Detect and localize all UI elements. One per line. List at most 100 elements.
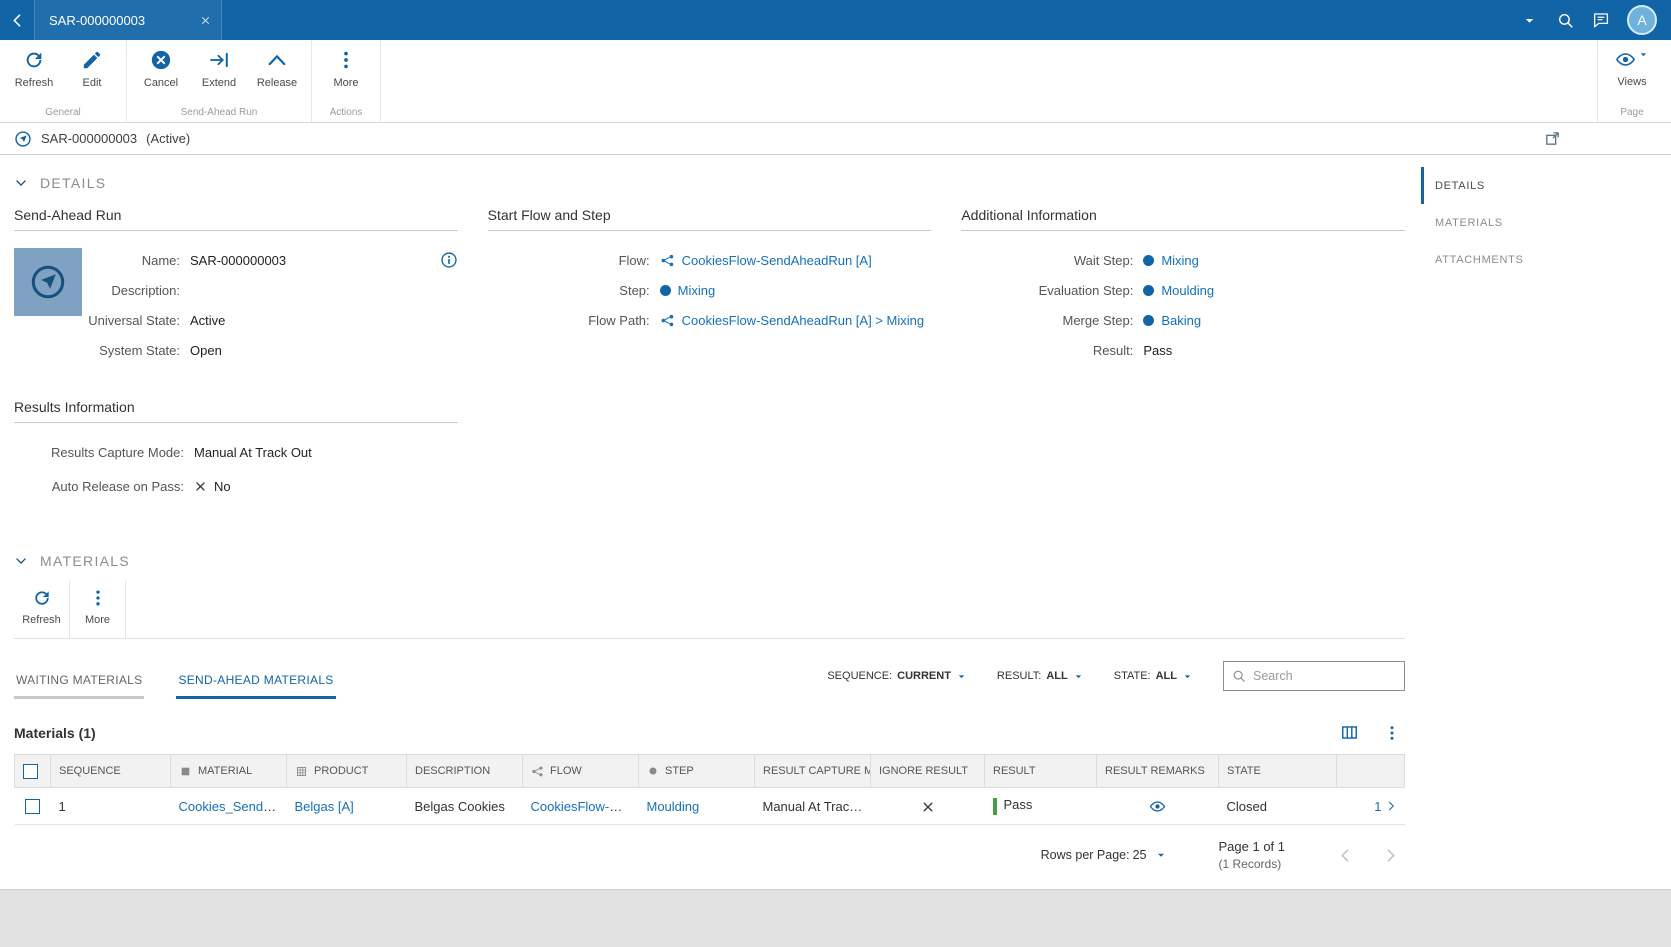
manage-columns-button[interactable] (1340, 723, 1359, 742)
wait-step-link[interactable]: Mixing (1161, 253, 1199, 268)
col-product[interactable]: PRODUCT (286, 754, 407, 788)
cell-state: Closed (1218, 787, 1337, 825)
entity-title: SAR-000000003 (41, 131, 138, 146)
chevron-right-icon (1382, 847, 1399, 864)
more-button[interactable]: More (317, 44, 375, 104)
col-material[interactable]: MATERIAL (170, 754, 287, 788)
field-flow-path: Flow Path: CookiesFlow-SendAheadRun [A] … (588, 312, 925, 328)
previous-page-button[interactable] (1337, 847, 1354, 864)
material-link[interactable]: Cookies_SendAhea (179, 799, 287, 814)
sidebar-item-attachments[interactable]: ATTACHMENTS (1421, 241, 1671, 278)
materials-section-header[interactable]: MATERIALS (14, 553, 1405, 569)
release-button[interactable]: Release (248, 44, 306, 104)
main-content: DETAILS Send-Ahead Run Name: SAR-0000000… (0, 155, 1421, 889)
flow-link[interactable]: CookiesFlow-SendAheadRun [A] (682, 253, 872, 268)
table-header-row: SEQUENCE MATERIAL PRODUCT DESCRIPTION FL… (14, 754, 1405, 788)
grid-more-button[interactable] (1383, 724, 1401, 742)
materials-tabs-row: WAITING MATERIALS SEND-AHEAD MATERIALS S… (14, 661, 1405, 699)
chat-icon (1592, 11, 1610, 29)
materials-refresh-button[interactable]: Refresh (14, 581, 70, 638)
sidebar-item-details[interactable]: DETAILS (1421, 167, 1671, 204)
result-filter[interactable]: RESULT: ALL (997, 670, 1084, 682)
avatar[interactable]: A (1627, 5, 1657, 35)
step-link[interactable]: Mixing (678, 283, 716, 298)
extend-button[interactable]: Extend (190, 44, 248, 104)
topbar: SAR-000000003 A (0, 0, 1671, 40)
expand-view-button[interactable] (1544, 130, 1561, 147)
flow-path-link[interactable]: CookiesFlow-SendAheadRun [A] > Mixing (682, 313, 924, 328)
sequence-filter[interactable]: SEQUENCE: CURRENT (827, 670, 967, 682)
ribbon-group-label: Actions (329, 107, 363, 118)
search-icon (1232, 669, 1246, 683)
select-all-checkbox[interactable] (23, 763, 38, 779)
col-result[interactable]: RESULT (984, 754, 1097, 788)
back-button[interactable] (0, 0, 34, 40)
flow-link[interactable]: CookiesFlow-SendA (531, 799, 639, 814)
tab-send-ahead-materials[interactable]: SEND-AHEAD MATERIALS (176, 673, 336, 699)
ribbon-group-general: Refresh Edit General (0, 40, 127, 122)
table-row[interactable]: 1 Cookies_SendAhea Belgas [A] Belgas Coo… (14, 787, 1405, 825)
merge-step-link[interactable]: Baking (1161, 313, 1201, 328)
edit-button[interactable]: Edit (63, 44, 121, 104)
col-state[interactable]: STATE (1218, 754, 1337, 788)
caret-down-icon (956, 671, 967, 682)
field-merge-step: Merge Step: Baking (1062, 312, 1202, 328)
details-grid: Send-Ahead Run Name: SAR-000000003 Descr… (14, 207, 1405, 365)
refresh-button[interactable]: Refresh (5, 44, 63, 104)
ribbon-group-actions: More Actions (312, 40, 381, 122)
materials-search-box (1223, 661, 1405, 691)
row-expand-link[interactable]: 1 (1345, 799, 1397, 814)
next-page-button[interactable] (1382, 847, 1399, 864)
chevron-right-icon (1385, 800, 1397, 812)
search-input[interactable] (1253, 669, 1396, 683)
details-section-header[interactable]: DETAILS (14, 175, 1405, 191)
field-system-state: System State: Open (82, 335, 458, 365)
pass-indicator-bar (992, 797, 997, 815)
field-evaluation-step: Evaluation Step: Moulding (1038, 282, 1215, 298)
col-result-capture-mode[interactable]: RESULT CAPTURE MODE (754, 754, 871, 788)
rows-per-page-selector[interactable]: Rows per Page: 25 (1041, 848, 1167, 862)
col-ignore-result[interactable]: IGNORE RESULT (870, 754, 985, 788)
kebab-icon (88, 588, 108, 608)
send-ahead-run-group: Send-Ahead Run Name: SAR-000000003 Descr… (14, 207, 458, 365)
entity-titlebar: SAR-000000003 (Active) (0, 123, 1671, 155)
cell-result-remarks (1096, 787, 1219, 825)
materials-section-title: MATERIALS (40, 553, 131, 569)
kebab-icon (1383, 724, 1401, 742)
step-link[interactable]: Moulding (647, 799, 700, 814)
state-filter[interactable]: STATE: ALL (1114, 670, 1193, 682)
col-flow[interactable]: FLOW (522, 754, 639, 788)
col-sequence[interactable]: SEQUENCE (50, 754, 171, 788)
col-description[interactable]: DESCRIPTION (406, 754, 523, 788)
tab-close-icon[interactable] (200, 15, 211, 26)
info-icon[interactable] (440, 251, 458, 269)
field-results-capture-mode: Results Capture Mode: Manual At Track Ou… (14, 437, 458, 467)
topbar-messages-button[interactable] (1583, 0, 1619, 40)
field-flow: Flow: CookiesFlow-SendAheadRun [A] (618, 252, 872, 268)
evaluation-step-link[interactable]: Moulding (1161, 283, 1214, 298)
cancel-button[interactable]: Cancel (132, 44, 190, 104)
ribbon-group-send-ahead-run: Cancel Extend Release Send-Ahead Run (127, 40, 312, 122)
row-checkbox[interactable] (25, 799, 40, 815)
tab-waiting-materials[interactable]: WAITING MATERIALS (14, 673, 145, 699)
flow-icon (660, 253, 675, 268)
materials-more-button[interactable]: More (70, 581, 126, 638)
release-icon (266, 49, 288, 71)
ribbon-group-label: General (45, 107, 81, 118)
sidebar-item-materials[interactable]: MATERIALS (1421, 204, 1671, 241)
window-tab[interactable]: SAR-000000003 (34, 0, 222, 40)
field-result: Result: Pass (961, 335, 1405, 365)
field-wait-step: Wait Step: Mixing (1073, 252, 1199, 268)
columns-icon (1340, 723, 1359, 742)
results-information-group: Results Information Results Capture Mode… (14, 399, 458, 501)
views-button[interactable]: Views (1603, 44, 1661, 104)
materials-table: SEQUENCE MATERIAL PRODUCT DESCRIPTION FL… (14, 754, 1405, 825)
chevron-down-icon (14, 554, 28, 568)
topbar-dropdown-button[interactable] (1511, 0, 1547, 40)
col-step[interactable]: STEP (638, 754, 755, 788)
view-remarks-button[interactable] (1149, 798, 1166, 815)
product-link[interactable]: Belgas [A] (295, 799, 354, 814)
universal-state-value: Active (190, 312, 226, 328)
topbar-search-button[interactable] (1547, 0, 1583, 40)
col-result-remarks[interactable]: RESULT REMARKS (1096, 754, 1219, 788)
